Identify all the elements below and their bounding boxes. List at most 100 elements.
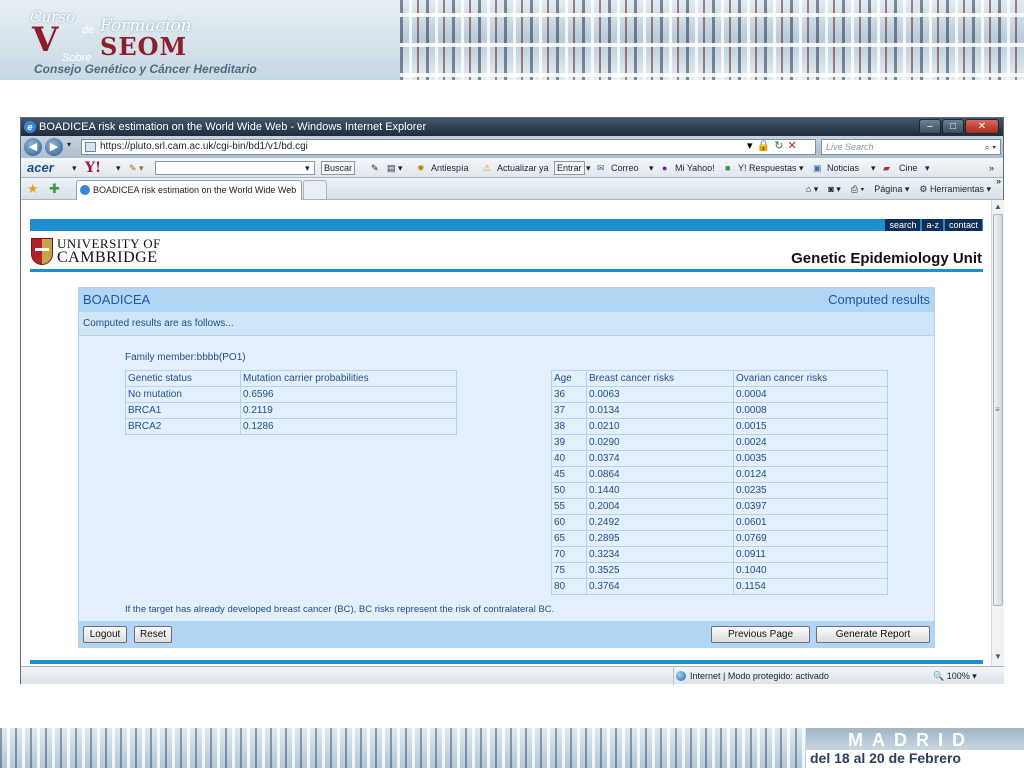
bottom-blue-bar [30, 660, 983, 664]
buscar-button[interactable]: Buscar [321, 161, 356, 175]
vertical-scrollbar[interactable]: ▲ ≡ ▼ [991, 200, 1004, 666]
new-tab-button[interactable] [303, 180, 327, 200]
security-zone[interactable]: Internet | Modo protegido: activado [673, 667, 829, 685]
home-icon[interactable]: ⌂ ▾ [806, 178, 818, 200]
feeds-icon[interactable]: ◙ ▾ [828, 178, 840, 200]
table-cell: 0.1440 [586, 482, 734, 499]
city-label: MADRID [848, 730, 974, 750]
table-row: 60 0.2492 0.0601 [551, 514, 888, 531]
pencil-icon[interactable]: ✎ ▾ [129, 158, 144, 178]
table-cell: 0.1286 [240, 418, 457, 435]
antiespia-button[interactable]: Antiespía [431, 158, 469, 178]
correo-dropdown-icon[interactable]: ▾ [649, 158, 654, 178]
minimize-button[interactable]: – [919, 119, 941, 134]
slide-footer-banner [0, 728, 806, 768]
scroll-down-icon[interactable]: ▼ [994, 652, 1002, 661]
toolbar-search-dropdown-icon[interactable]: ▾ [305, 158, 310, 178]
nav-search-link[interactable]: search [885, 219, 921, 231]
yahoo-logo[interactable]: Y! [85, 158, 101, 178]
toolbar-search-input[interactable] [155, 161, 315, 175]
refresh-icon[interactable]: ↻ [774, 139, 783, 152]
zone-text: Internet | Modo protegido: activado [690, 671, 829, 681]
table-cell: 0.0015 [733, 418, 888, 435]
pagina-menu[interactable]: Página ▾ [874, 178, 909, 200]
tab-boadicea[interactable]: BOADICEA risk estimation on the World Wi… [76, 180, 302, 200]
zoom-control[interactable]: 🔍 100% ▾ [933, 667, 977, 685]
window-icon[interactable]: ▤ ▾ [387, 158, 403, 178]
logout-button[interactable]: Logout [83, 626, 127, 643]
correo-button[interactable]: Correo [611, 158, 639, 178]
previous-page-button[interactable]: Previous Page [711, 626, 810, 643]
reset-button[interactable]: Reset [134, 626, 172, 643]
lock-icon[interactable]: 🔒 [757, 139, 771, 152]
history-dropdown-icon[interactable]: ▾ [67, 140, 71, 149]
logo-numeral: V [32, 20, 58, 60]
cine-button[interactable]: Cine [899, 158, 918, 178]
nav-az-link[interactable]: a-z [922, 219, 943, 231]
respuestas-button[interactable]: Y! Respuestas [738, 158, 797, 178]
course-logo: Curso V de Formación SEOM Sobre Consejo … [0, 0, 400, 80]
table-cell: 0.0290 [586, 434, 734, 451]
generate-report-button[interactable]: Generate Report [816, 626, 930, 643]
table-row: BRCA2 0.1286 [125, 418, 457, 435]
browser-window: e BOADICEA risk estimation on the World … [20, 117, 1004, 685]
antiespia-icon: ✹ [417, 163, 425, 173]
table-row: 65 0.2895 0.0769 [551, 530, 888, 547]
noticias-dropdown-icon[interactable]: ▾ [871, 158, 876, 178]
entrar-dropdown-icon[interactable]: ▾ [586, 158, 591, 178]
table-row: 39 0.0290 0.0024 [551, 434, 888, 451]
table-cell: 0.3234 [586, 546, 734, 563]
noticias-button[interactable]: Noticias [827, 158, 859, 178]
table-cell: 0.6596 [240, 386, 457, 403]
close-button[interactable]: ✕ [965, 119, 999, 134]
risk-table: Age Breast cancer risks Ovarian cancer r… [551, 370, 888, 595]
print-icon[interactable]: ⎙ ▾ [851, 178, 864, 200]
entrar-button[interactable]: Entrar [554, 161, 585, 175]
cambridge-crest-icon [31, 237, 53, 265]
scroll-up-icon[interactable]: ▲ [994, 202, 1002, 211]
back-button[interactable]: ◀ [24, 138, 42, 156]
forward-button[interactable]: ▶ [45, 138, 63, 156]
favorites-star-icon[interactable]: ★ [27, 181, 39, 197]
acer-dropdown-icon[interactable]: ▾ [72, 158, 77, 178]
news-icon: ▣ [813, 163, 822, 173]
cine-dropdown-icon[interactable]: ▾ [925, 158, 930, 178]
cambridge-logo[interactable]: UNIVERSITY OF CAMBRIDGE [31, 237, 161, 266]
table-cell: 0.0601 [733, 514, 888, 531]
header-divider [30, 269, 983, 272]
table-row: 55 0.2004 0.0397 [551, 498, 888, 515]
genetic-status-table: Genetic status Mutation carrier probabil… [125, 370, 457, 435]
search-input[interactable]: Live Search ⌕ ▾ [821, 139, 1001, 155]
command-overflow-icon[interactable]: » [996, 176, 1001, 186]
table-cell: 0.0210 [586, 418, 734, 435]
table-header-row: Age Breast cancer risks Ovarian cancer r… [551, 370, 888, 387]
window-title: BOADICEA risk estimation on the World Wi… [39, 121, 427, 133]
logo-tagline: Consejo Genético y Cáncer Hereditario [34, 62, 257, 76]
table-header-cell: Genetic status [125, 370, 241, 387]
highlighter-icon[interactable]: ✎ [371, 158, 379, 178]
table-row: 50 0.1440 0.0235 [551, 482, 888, 499]
herramientas-menu[interactable]: ⚙ Herramientas ▾ [919, 178, 991, 200]
stop-icon[interactable]: ✕ [787, 139, 796, 152]
table-cell: 0.2004 [586, 498, 734, 515]
respuestas-dropdown-icon[interactable]: ▾ [799, 158, 804, 178]
zoom-dropdown-icon[interactable]: ▾ [972, 671, 977, 681]
table-cell: 0.2895 [586, 530, 734, 547]
unit-title: Genetic Epidemiology Unit [791, 250, 982, 267]
table-cell: 0.0374 [586, 450, 734, 467]
toolbar-overflow-icon[interactable]: » [989, 158, 994, 178]
url-input[interactable]: https://pluto.srl.cam.ac.uk/cgi-bin/bd1/… [81, 139, 816, 155]
window-controls: – □ ✕ [919, 119, 999, 134]
url-dropdown-icon[interactable]: ▾ [747, 139, 753, 152]
mi-yahoo-button[interactable]: Mi Yahoo! [675, 158, 715, 178]
maximize-button[interactable]: □ [942, 119, 964, 134]
zoom-icon: 🔍 [933, 671, 945, 681]
scroll-grip-icon: ≡ [995, 405, 1000, 414]
actualizar-button[interactable]: Actualizar ya [497, 158, 549, 178]
nav-contact-link[interactable]: contact [944, 219, 982, 231]
add-favorites-icon[interactable]: ✚ [49, 181, 60, 197]
table-cell: 0.2119 [240, 402, 457, 419]
search-icon[interactable]: ⌕ ▾ [985, 140, 996, 154]
table-cell: 0.0063 [586, 386, 734, 403]
yahoo-dropdown-icon[interactable]: ▾ [116, 158, 121, 178]
